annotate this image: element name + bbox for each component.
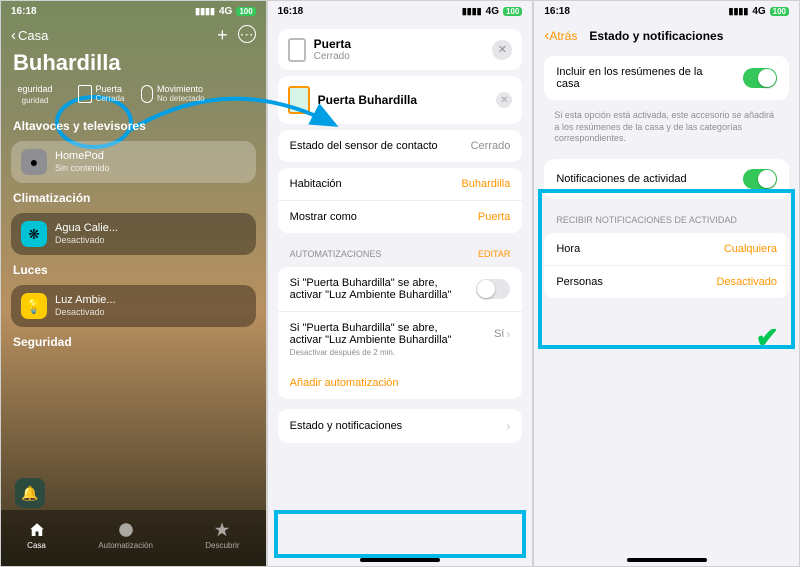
bulb-icon: 💡	[21, 293, 47, 319]
tile-agua[interactable]: ❋ Agua Calie...Desactivado	[11, 213, 256, 255]
status-time: 16:18	[11, 6, 37, 17]
name-field-row[interactable]: Puerta Buhardilla ✕	[278, 76, 523, 124]
door-summary[interactable]: Puerta Cerrada	[75, 84, 127, 105]
status-time: 16:18	[278, 6, 304, 17]
back-button[interactable]: ‹ Casa	[11, 27, 48, 44]
sensor-state-row: Estado del sensor de contacto Cerrado	[278, 130, 523, 162]
recv-header: RECIBIR NOTIFICACIONES DE ACTIVIDAD	[556, 215, 737, 225]
chevron-right-icon: ›	[506, 419, 510, 433]
back-button[interactable]: ‹ Atrás	[544, 27, 577, 44]
clear-icon[interactable]: ✕	[496, 92, 512, 108]
screen-status-notifications: 16:18 ▮▮▮▮ 4G 100 ‹ Atrás Estado y notif…	[533, 0, 800, 567]
fan-icon: ❋	[21, 221, 47, 247]
more-icon[interactable]: ⋯	[238, 25, 256, 43]
name-input[interactable]: Puerta Buhardilla	[318, 93, 417, 107]
tab-automation[interactable]: Automatización	[98, 521, 153, 550]
add-icon[interactable]: +	[217, 25, 228, 46]
edit-link[interactable]: EDITAR	[478, 249, 510, 259]
section-security: Seguridad	[1, 331, 266, 353]
time-row[interactable]: Hora Cualquiera	[544, 233, 789, 265]
include-toggle[interactable]	[743, 68, 777, 88]
tab-discover[interactable]: Descubrir	[205, 521, 239, 550]
include-summary-row[interactable]: Incluir en los resúmenes de la casa	[544, 56, 789, 100]
home-icon	[28, 521, 46, 539]
door-thumb-icon	[288, 86, 310, 114]
homepod-icon: ●	[21, 149, 47, 175]
security-summary[interactable]: eguridad guridad	[9, 84, 61, 105]
chevron-left-icon: ‹	[11, 27, 16, 44]
home-indicator	[360, 558, 440, 562]
check-icon: ✔	[756, 321, 779, 354]
star-icon	[213, 521, 231, 539]
sheet-header: Puerta Cerrado ✕	[278, 29, 523, 70]
page-title: Estado y notificaciones	[589, 29, 723, 43]
automations-header: AUTOMATIZACIONES	[290, 249, 382, 259]
alarm-tile[interactable]: 🔔	[15, 478, 45, 508]
motion-summary[interactable]: Movimiento No detectado	[141, 84, 205, 105]
screen-home: 16:18 ▮▮▮▮ 4G 100 ‹ Casa + ⋯ Buhardilla	[0, 0, 267, 567]
tab-home[interactable]: Casa	[27, 521, 46, 550]
door-icon	[288, 38, 306, 62]
accessory-name: Puerta	[314, 37, 351, 51]
clock-icon	[117, 521, 135, 539]
section-lights: Luces	[1, 259, 266, 281]
section-climate: Climatización	[1, 187, 266, 209]
activity-notifications-row[interactable]: Notificaciones de actividad	[544, 159, 789, 199]
battery: 100	[236, 7, 255, 16]
room-title: Buhardilla	[1, 48, 266, 84]
motion-icon	[141, 85, 153, 103]
room-row[interactable]: Habitación Buhardilla	[278, 168, 523, 200]
door-icon	[78, 85, 92, 103]
tile-homepod[interactable]: ● HomePodSin contenido	[11, 141, 256, 183]
battery: 100	[770, 7, 789, 16]
signal-icon: ▮▮▮▮	[195, 6, 215, 17]
battery: 100	[503, 7, 522, 16]
screen-accessory-detail: 16:18 ▮▮▮▮ 4G 100 Puerta Cerrado ✕ Puert…	[267, 0, 534, 567]
accessory-state: Cerrado	[314, 51, 351, 62]
carrier: 4G	[752, 6, 765, 17]
include-hint: Si esta opción está activada, este acces…	[534, 106, 799, 153]
tile-luz[interactable]: 💡 Luz Ambie...Desactivado	[11, 285, 256, 327]
signal-icon: ▮▮▮▮	[462, 6, 482, 17]
carrier: 4G	[219, 6, 232, 17]
people-row[interactable]: Personas Desactivado	[544, 265, 789, 298]
signal-icon: ▮▮▮▮	[729, 6, 749, 17]
home-indicator	[627, 558, 707, 562]
close-button[interactable]: ✕	[492, 40, 512, 60]
add-automation-link[interactable]: Añadir automatización	[278, 367, 523, 399]
status-time: 16:18	[544, 6, 570, 17]
section-speakers: Altavoces y televisores	[1, 115, 266, 137]
activity-toggle[interactable]	[743, 169, 777, 189]
automation-row-2[interactable]: Si "Puerta Buhardilla" se abre, activar …	[278, 311, 523, 367]
chevron-right-icon: ›	[506, 327, 510, 341]
carrier: 4G	[486, 6, 499, 17]
show-as-row[interactable]: Mostrar como Puerta	[278, 200, 523, 233]
automation-toggle-1[interactable]	[476, 279, 510, 299]
status-notifications-row[interactable]: Estado y notificaciones ›	[278, 409, 523, 443]
automation-row-1[interactable]: Si "Puerta Buhardilla" se abre, activar …	[278, 267, 523, 311]
